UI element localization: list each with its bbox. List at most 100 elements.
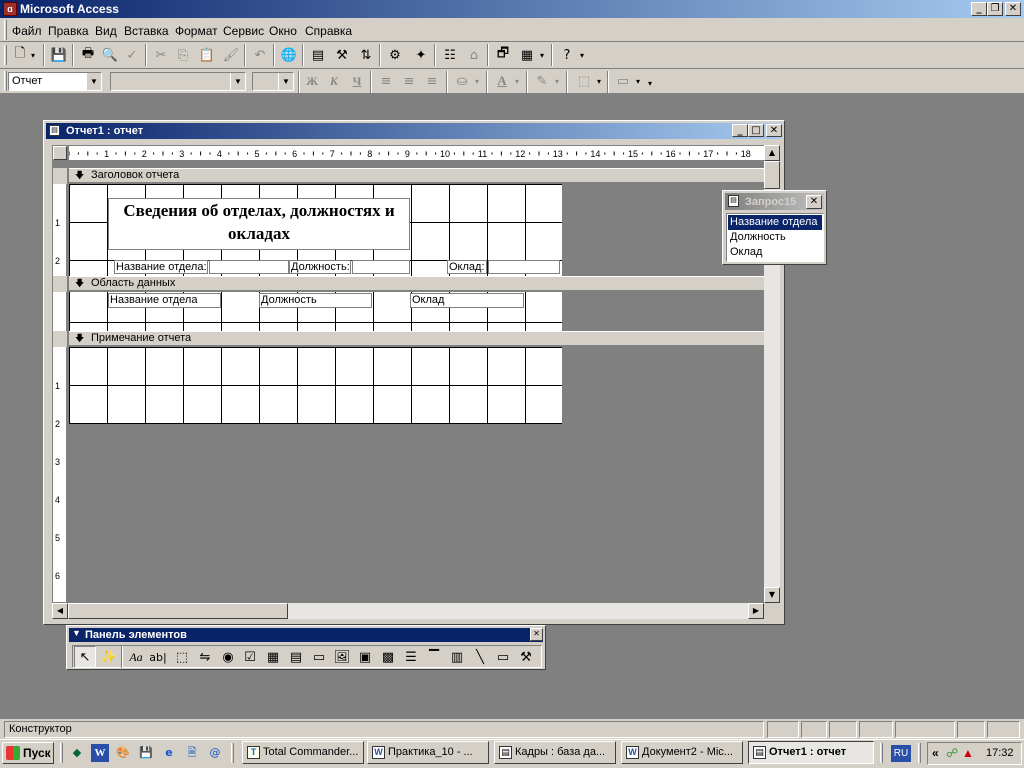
antivirus-tray-icon[interactable]: ▲ — [962, 746, 974, 760]
select-objects-icon[interactable]: ↖ — [74, 646, 96, 668]
unbound-object-frame-icon[interactable]: ▣ — [354, 646, 376, 668]
border-width-dropdown-icon[interactable]: ▾ — [593, 70, 605, 92]
new-object-icon[interactable]: ▦ — [516, 44, 538, 66]
help-dropdown-icon[interactable]: ▾ — [576, 44, 588, 66]
header-field-dept[interactable] — [209, 260, 289, 274]
toolbox-menu-icon[interactable]: ▼ — [72, 628, 81, 638]
fill-color-icon[interactable]: ⛀ — [451, 70, 473, 92]
tab-control-icon[interactable]: ▔ — [423, 646, 445, 668]
font-color-dropdown-icon[interactable]: ▾ — [511, 70, 523, 92]
sorting-grouping-icon[interactable]: ⇅ — [355, 44, 377, 66]
minimize-button[interactable]: _ — [971, 2, 987, 16]
section-detail[interactable]: 🡇 Область данных — [69, 276, 764, 291]
control-wizards-icon[interactable]: ✨ — [98, 646, 120, 668]
vertical-scroll-thumb[interactable] — [764, 161, 780, 189]
special-effect-dropdown-icon[interactable]: ▾ — [632, 70, 644, 92]
menu-view[interactable]: Вид — [95, 24, 117, 38]
copy-icon[interactable]: ⎘ — [172, 44, 194, 66]
outlook-icon[interactable]: @ — [206, 744, 224, 762]
subform-icon[interactable]: ▥ — [446, 646, 468, 668]
combo-box-icon[interactable]: ▦ — [262, 646, 284, 668]
menu-insert[interactable]: Вставка — [124, 24, 169, 38]
restore-button[interactable]: ❐ — [987, 2, 1003, 16]
database-window-icon[interactable]: 🗗 — [492, 44, 514, 66]
option-button-icon[interactable]: ◉ — [217, 646, 239, 668]
line-icon[interactable]: ╲ — [469, 646, 491, 668]
menu-format[interactable]: Формат — [175, 24, 218, 38]
command-button-icon[interactable]: ▭ — [308, 646, 330, 668]
taskbar-button-total-commander[interactable]: T Total Commander... — [242, 741, 364, 764]
list-box-icon[interactable]: ▤ — [285, 646, 307, 668]
quicklaunch-icon[interactable]: ◆ — [68, 744, 86, 762]
paint-icon[interactable]: 🎨 — [114, 744, 132, 762]
toolbar-options-icon[interactable]: ▾ — [644, 72, 656, 94]
font-select[interactable]: ▼ — [110, 72, 246, 91]
check-box-icon[interactable]: ☑ — [239, 646, 261, 668]
object-select[interactable]: Отчет ▼ — [8, 72, 102, 91]
section-report-header[interactable]: 🡇 Заголовок отчета — [69, 168, 764, 183]
format-painter-icon[interactable]: 🖌 — [220, 44, 242, 66]
network-tray-icon[interactable]: ☍ — [946, 746, 958, 760]
header-label-dept[interactable]: Название отдела: — [114, 260, 208, 274]
size-select[interactable]: ▼ — [252, 72, 294, 91]
tray-expand-icon[interactable]: « — [932, 746, 939, 760]
autoformat-icon[interactable]: ⚙ — [384, 44, 406, 66]
menu-file[interactable]: Файл — [12, 24, 42, 38]
toggle-button-icon[interactable]: ⇋ — [194, 646, 216, 668]
image-icon[interactable]: 🖼 — [331, 646, 353, 668]
bold-button[interactable]: Ж — [301, 70, 323, 92]
special-effect-icon[interactable]: ▭ — [612, 70, 634, 92]
fill-color-dropdown-icon[interactable]: ▾ — [471, 70, 483, 92]
ie-icon[interactable]: e — [160, 744, 178, 762]
scroll-left-button[interactable]: ◀ — [52, 603, 68, 619]
new-object-dropdown-icon[interactable]: ▾ — [536, 44, 548, 66]
report-close-button[interactable]: ✕ — [766, 124, 782, 137]
font-color-icon[interactable]: A — [491, 70, 513, 92]
menu-help[interactable]: Справка — [305, 24, 352, 38]
report-maximize-button[interactable]: □ — [748, 124, 764, 137]
italic-button[interactable]: К — [323, 70, 345, 92]
field-list-icon[interactable]: ▤ — [307, 44, 329, 66]
header-field-position[interactable] — [352, 260, 410, 274]
save-icon[interactable]: 💾 — [48, 44, 70, 66]
horizontal-scroll-thumb[interactable] — [68, 603, 288, 619]
menu-window[interactable]: Окно — [269, 24, 297, 38]
field-list-item[interactable]: Название отдела — [728, 215, 822, 230]
report-title-label[interactable]: Сведения об отделах, должностях и оклада… — [108, 198, 410, 250]
print-preview-icon[interactable]: 🔍 — [99, 44, 121, 66]
taskbar-button-kadry[interactable]: ▤ Кадры : база да... — [494, 741, 616, 764]
report-selector[interactable] — [53, 146, 67, 160]
option-group-icon[interactable]: ⬚ — [171, 646, 193, 668]
help-icon[interactable]: ? — [556, 44, 578, 66]
line-color-icon[interactable]: ✎ — [531, 70, 553, 92]
web-icon[interactable]: 🌐 — [278, 44, 300, 66]
scroll-up-button[interactable]: ▲ — [764, 145, 780, 161]
text-box-icon[interactable]: ab| — [147, 646, 169, 668]
section-report-footer[interactable]: 🡇 Примечание отчета — [69, 331, 764, 346]
toolbox-icon[interactable]: ⚒ — [331, 44, 353, 66]
properties-icon[interactable]: ☷ — [439, 44, 461, 66]
field-list-item[interactable]: Оклад — [728, 245, 822, 260]
code-icon[interactable]: ✦ — [410, 44, 432, 66]
cut-icon[interactable]: ✂ — [150, 44, 172, 66]
close-button[interactable]: ✕ — [1005, 2, 1021, 16]
report-minimize-button[interactable]: _ — [732, 124, 748, 137]
menu-edit[interactable]: Правка — [48, 24, 89, 38]
rectangle-icon[interactable]: ▭ — [492, 646, 514, 668]
paste-icon[interactable]: 📋 — [196, 44, 218, 66]
header-label-position[interactable]: Должность: — [289, 260, 351, 274]
more-controls-icon[interactable]: ⚒ — [515, 646, 537, 668]
word-icon[interactable]: W — [91, 744, 109, 762]
taskbar-button-praktika[interactable]: W Практика_10 - ... — [367, 741, 489, 764]
taskbar-button-dokument2[interactable]: W Документ2 - Mic... — [621, 741, 743, 764]
label-icon[interactable]: Aa — [125, 646, 147, 668]
spelling-icon[interactable]: ✓ — [121, 44, 143, 66]
underline-button[interactable]: Ч — [346, 70, 368, 92]
scroll-right-button[interactable]: ▶ — [748, 603, 764, 619]
undo-icon[interactable]: ↶ — [249, 44, 271, 66]
field-list-close-button[interactable]: ✕ — [806, 195, 822, 209]
scroll-down-button[interactable]: ▼ — [764, 587, 780, 603]
save-disk-icon[interactable]: 💾 — [137, 744, 155, 762]
view-dropdown-icon[interactable]: ▾ — [27, 44, 39, 66]
print-icon[interactable]: 🖶 — [77, 44, 99, 66]
